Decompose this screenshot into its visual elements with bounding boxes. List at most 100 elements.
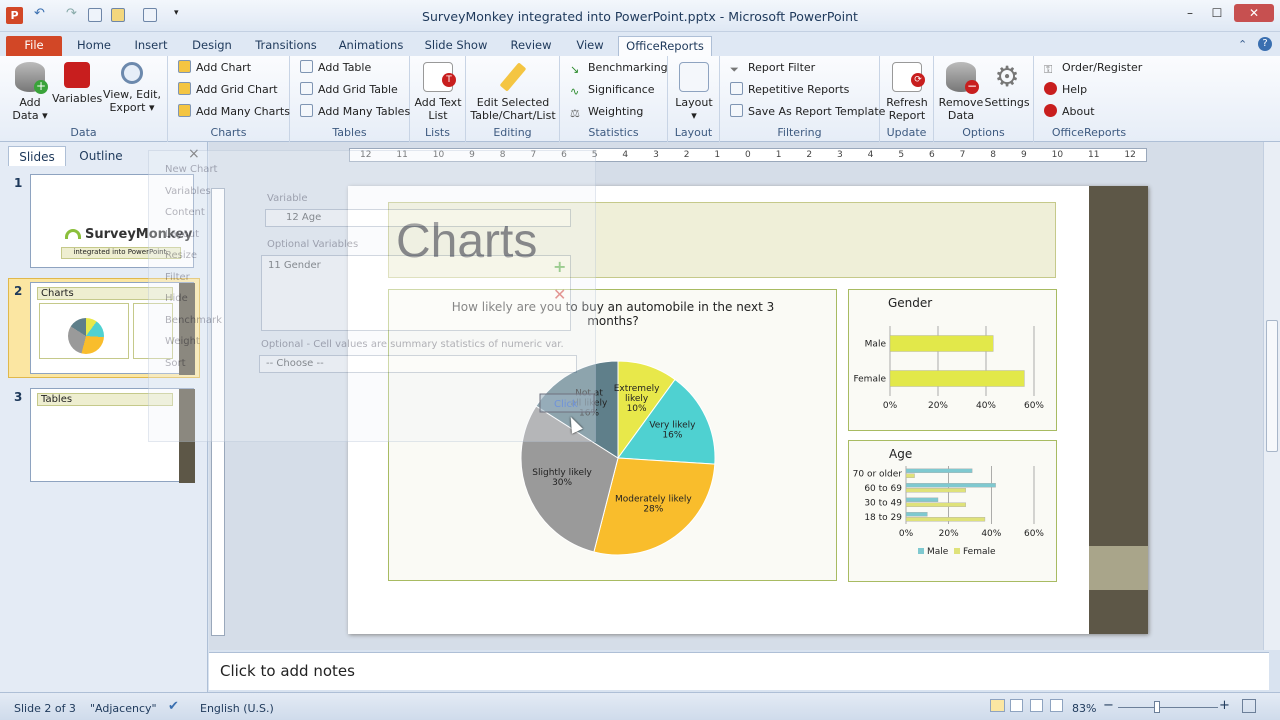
grid-table-icon: [300, 82, 313, 95]
zoom-in-button[interactable]: +: [1219, 698, 1230, 713]
add-text-list-button[interactable]: T Add Text List: [414, 62, 462, 122]
ghost-menu-item[interactable]: Hide: [165, 288, 225, 310]
refresh-report-button[interactable]: ⟳ Refresh Report: [884, 62, 930, 122]
add-grid-table-button[interactable]: Add Grid Table: [300, 81, 398, 99]
many-charts-icon: [178, 104, 191, 117]
bar[interactable]: [889, 370, 1025, 387]
add-grid-chart-button[interactable]: Add Grid Chart: [178, 81, 278, 99]
remove-data-button[interactable]: − Remove Data: [938, 62, 984, 122]
add-chart-button[interactable]: Add Chart: [178, 59, 251, 77]
category-label: 60 to 69: [864, 484, 902, 494]
ghost-menu-item[interactable]: Content: [165, 202, 225, 224]
category-label: 70 or older: [853, 469, 903, 479]
group-label-editing: Editing: [493, 126, 532, 139]
ghost-menu-item[interactable]: New Chart: [165, 159, 225, 181]
slide-side-accent: [1089, 546, 1148, 590]
bar[interactable]: [905, 473, 915, 478]
repetitive-reports-button[interactable]: Repetitive Reports: [730, 81, 849, 99]
tab-officereports[interactable]: OfficeReports: [618, 36, 712, 56]
help-icon[interactable]: ?: [1258, 37, 1272, 51]
add-data-button[interactable]: + Add Data ▾: [8, 62, 52, 122]
report-filter-button[interactable]: ⏷ Report Filter: [730, 59, 815, 77]
vertical-scrollbar[interactable]: [1263, 142, 1280, 650]
remove-variable-icon[interactable]: ✕: [553, 285, 566, 304]
weighting-button[interactable]: ⚖ Weighting: [570, 103, 643, 121]
bar[interactable]: [905, 497, 939, 502]
group-update: ⟳ Refresh Report Update: [880, 56, 934, 142]
notes-pane[interactable]: Click to add notes: [209, 652, 1269, 690]
significance-button[interactable]: ∿ Significance: [570, 81, 655, 99]
layout-icon: [679, 62, 709, 92]
tab-design[interactable]: Design: [184, 36, 240, 56]
add-many-charts-button[interactable]: Add Many Charts: [178, 103, 290, 121]
variables-button[interactable]: Variables: [52, 62, 102, 105]
edit-selected-button[interactable]: Edit Selected Table/Chart/List: [470, 62, 556, 122]
bar[interactable]: [905, 512, 928, 517]
ruler-tick: 0: [745, 150, 751, 160]
zoom-level[interactable]: 83%: [1072, 702, 1096, 715]
tab-insert[interactable]: Insert: [126, 36, 176, 56]
tick-label: 0%: [883, 401, 898, 411]
ghost-menu-item[interactable]: Sort: [165, 353, 225, 375]
tab-outline[interactable]: Outline: [72, 146, 130, 166]
tab-home[interactable]: Home: [70, 36, 118, 56]
order-register-button[interactable]: ⚿ Order/Register: [1044, 59, 1142, 77]
language[interactable]: English (U.S.): [200, 702, 274, 715]
scroll-thumb[interactable]: [1266, 320, 1278, 452]
category-label: Male: [865, 340, 887, 350]
ruler-tick: 12: [1124, 150, 1136, 160]
tab-view[interactable]: View: [568, 36, 612, 56]
zoom-slider[interactable]: [1118, 701, 1218, 713]
ghost-menu-item[interactable]: Filter: [165, 267, 225, 289]
bar[interactable]: [889, 335, 994, 352]
age-chart-title: Age: [889, 447, 913, 461]
tab-animations[interactable]: Animations: [334, 36, 408, 56]
ghost-menu-item[interactable]: Resize: [165, 245, 225, 267]
fit-to-window-icon[interactable]: [1242, 699, 1256, 713]
bar[interactable]: [905, 488, 966, 493]
bar[interactable]: [905, 483, 996, 488]
slide-show-icon[interactable]: [1050, 699, 1063, 712]
add-many-tables-button[interactable]: Add Many Tables: [300, 103, 410, 121]
save-report-template-button[interactable]: Save As Report Template: [730, 103, 885, 121]
reading-view-icon[interactable]: [1030, 699, 1043, 712]
slide-sorter-icon[interactable]: [1010, 699, 1023, 712]
minimize-ribbon-icon[interactable]: ⌃: [1238, 38, 1247, 51]
help-button[interactable]: Help: [1044, 81, 1087, 99]
ghost-menu-item[interactable]: Layout: [165, 224, 225, 246]
summary-select[interactable]: -- Choose --: [259, 355, 577, 373]
optional-variables-list[interactable]: 11 Gender: [261, 255, 571, 331]
close-button[interactable]: ✕: [1234, 4, 1274, 22]
add-variable-icon[interactable]: +: [553, 257, 566, 276]
zoom-out-button[interactable]: −: [1103, 698, 1114, 713]
bar[interactable]: [905, 517, 986, 522]
zoom-slider-thumb[interactable]: [1154, 701, 1160, 713]
benchmarking-button[interactable]: ↘ Benchmarking: [570, 59, 668, 77]
bar[interactable]: [905, 468, 973, 473]
tab-transitions[interactable]: Transitions: [248, 36, 324, 56]
group-editing: Edit Selected Table/Chart/List Editing: [466, 56, 560, 142]
table-icon: [300, 60, 313, 73]
minimize-button[interactable]: –: [1178, 4, 1202, 22]
ghost-menu-item[interactable]: Variables: [165, 181, 225, 203]
tab-slide-show[interactable]: Slide Show: [418, 36, 494, 56]
variable-select[interactable]: 12 Age: [265, 209, 571, 227]
normal-view-icon[interactable]: [990, 699, 1005, 712]
ghost-menu-item[interactable]: Benchmark: [165, 310, 225, 332]
bar[interactable]: [905, 502, 966, 507]
maximize-button[interactable]: ☐: [1205, 4, 1229, 22]
view-edit-export-button[interactable]: View, Edit, Export ▾: [102, 62, 162, 114]
tick-label: 60%: [1024, 401, 1044, 411]
title-bar: P ↶ ↷ ▾ SurveyMonkey integrated into Pow…: [0, 0, 1280, 32]
spell-check-icon[interactable]: ✔: [168, 699, 179, 714]
settings-button[interactable]: ⚙ Settings: [984, 62, 1030, 110]
layout-button[interactable]: Layout ▾: [672, 62, 716, 122]
about-button[interactable]: About: [1044, 103, 1095, 121]
tab-file[interactable]: File: [6, 36, 62, 56]
variable-label: Variable: [267, 193, 308, 204]
thumb-pie-icon: [68, 318, 104, 354]
tab-review[interactable]: Review: [504, 36, 558, 56]
tab-slides[interactable]: Slides: [8, 146, 66, 166]
ghost-menu-item[interactable]: Weight: [165, 331, 225, 353]
add-table-button[interactable]: Add Table: [300, 59, 371, 77]
